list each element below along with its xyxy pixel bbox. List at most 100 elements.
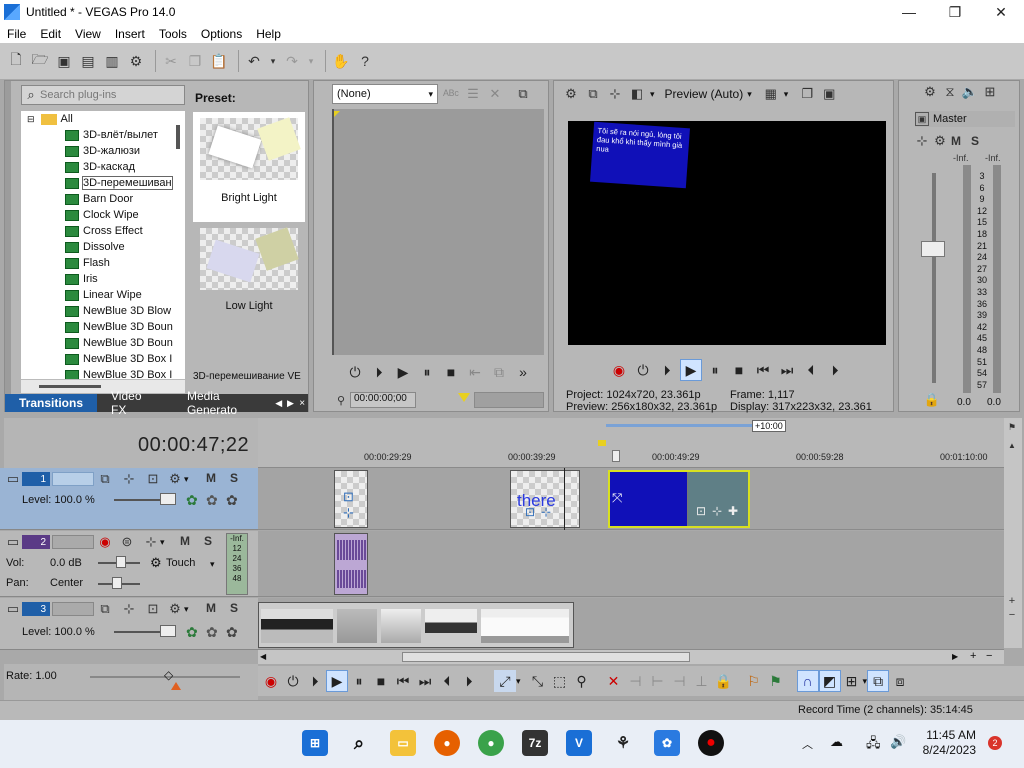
playhead-handle[interactable] [612,450,620,462]
tab-close-icon[interactable]: × [296,394,308,412]
transition-item[interactable]: NewBlue 3D Blow [21,303,185,319]
trimmer-dropdown[interactable]: (None) ▾ [332,84,438,104]
undo-icon[interactable]: ↶ [244,51,264,71]
volume-icon[interactable]: 🔊 [890,734,906,750]
gear-icon[interactable]: ⚙ [921,83,939,101]
timeline-vscroll[interactable]: ⚑ ▲ + − [1004,418,1022,648]
timeline-lane-2[interactable] [258,531,1004,597]
transition-item[interactable]: Clock Wipe [21,207,185,223]
composite-mode-icon[interactable]: ✿ [186,492,198,509]
preset-card-low-light[interactable]: Low Light [193,226,305,336]
track-header-2[interactable]: ▭ 2 ◉ ⊜ ⊹ ▾ M S Vol: 0.0 dB ⚙ Touch ▾ Pa… [0,531,258,597]
transition-item[interactable]: Linear Wipe [21,287,185,303]
chrome-icon[interactable]: ● [478,730,504,756]
vol-slider-handle[interactable] [116,556,126,568]
delete-icon[interactable]: ✕ [486,85,504,103]
zoom-tool-icon[interactable]: ⚲ [571,670,593,692]
more-icon[interactable]: » [512,361,534,383]
gear-icon[interactable]: ⚙ [562,85,580,103]
video-clip-selected[interactable]: ⤧ ⊡ ⊹ ✚ [608,470,750,528]
timeline-lane-3[interactable] [258,598,1004,650]
tree-root-all[interactable]: ⊟ All [21,111,185,127]
ignore-grouping-icon[interactable]: ⧈ [889,670,911,692]
zoom-out-icon[interactable]: − [986,650,992,662]
event-fx-icon[interactable]: ⊹ [343,505,354,521]
go-to-end-icon[interactable]: ⏭ [776,359,798,381]
track-name-field[interactable] [52,535,94,549]
tab-scroll-right-icon[interactable]: ▶ [285,394,297,412]
paste-icon[interactable]: 📋 [209,51,229,71]
pan-crop-icon[interactable]: ⊡ [525,505,535,519]
event-fx-icon[interactable]: ⊹ [541,505,551,519]
transition-item[interactable]: 3D-каскад [21,159,185,175]
track2-mute-button[interactable]: M [180,534,190,548]
overlay-icon[interactable]: ◧ [628,85,646,103]
track-header-3[interactable]: ▭ 3 ⧉ ⊹ ⊡ ⚙ ▾ M S Level: 100.0 % ✿ ✿ ✿ [0,598,258,650]
grid-icon[interactable]: ▦ [762,85,780,103]
transition-item[interactable]: Iris [21,271,185,287]
fx-gear-icon[interactable]: ⚙ [166,600,184,618]
marker-icon[interactable] [458,393,470,402]
transition-item[interactable]: NewBlue 3D Boun [21,319,185,335]
trim-end-icon[interactable]: ⊣ [669,670,691,692]
scroll-up-icon[interactable]: ▲ [1004,438,1020,452]
transition-item[interactable]: NewBlue 3D Boun [21,335,185,351]
transition-item[interactable]: 3D-жалюзи [21,143,185,159]
save-snapshot-icon[interactable]: ▣ [820,85,838,103]
app-icon[interactable]: ✿ [654,730,680,756]
preview-quality[interactable]: Preview (Auto) [665,87,744,101]
obs-icon[interactable]: ● [698,730,724,756]
track-name-field[interactable] [52,472,94,486]
window-icon[interactable]: ⧉ [514,85,532,103]
help-icon[interactable]: ? [355,51,375,71]
previous-frame-icon[interactable]: ⏴ [800,359,822,381]
menu-insert[interactable]: Insert [108,27,152,41]
pan-slider-handle[interactable] [112,577,122,589]
render-icon[interactable]: ▥ [102,51,122,71]
trim-start-icon[interactable]: ⊢ [647,670,669,692]
copy-icon[interactable]: ❐ [185,51,205,71]
composite-mode-icon[interactable]: ✿ [186,624,198,641]
track3-solo-button[interactable]: S [230,601,238,615]
master-mute-button[interactable]: M [951,134,961,148]
settings-gear-icon[interactable]: ⚙ [126,51,146,71]
transition-item[interactable]: Flash [21,255,185,271]
7zip-icon[interactable]: 7z [522,730,548,756]
delete-icon[interactable]: ✕ [603,670,625,692]
video-clip[interactable]: ⊡ ⊹ [334,470,368,528]
track1-mute-button[interactable]: M [206,471,216,485]
pause-icon[interactable]: ⏸ [348,670,370,692]
tree-hscrollbar[interactable] [21,379,185,393]
windows-start-icon[interactable]: ⊞ [302,730,328,756]
transition-item[interactable]: NewBlue 3D Box I [21,351,185,367]
gear-icon[interactable]: ⚙ [150,555,162,571]
new-file-icon[interactable]: 🗋 [6,51,26,71]
play-icon[interactable]: ▶ [680,359,702,381]
menu-file[interactable]: File [0,27,33,41]
loop-icon[interactable]: ⏻ [282,670,304,692]
undo-dropdown-icon[interactable]: ▾ [268,51,278,71]
collapse-icon[interactable]: ⊟ [27,114,35,125]
pan-crop-icon[interactable]: ⊡ [343,489,354,505]
chevron-down-icon[interactable]: ▾ [160,537,165,548]
record-icon[interactable]: ◉ [260,670,282,692]
auto-ripple-icon[interactable]: ⊞ [841,670,863,692]
trimmer-canvas[interactable] [332,109,544,355]
save-icon[interactable]: ▣ [54,51,74,71]
zoom-out-icon[interactable]: − [1004,608,1020,622]
next-frame-icon[interactable]: ⏵ [824,359,846,381]
motion-icon[interactable]: ⊹ [120,600,138,618]
event-fx-icon[interactable]: ✚ [728,504,738,518]
track-header-1[interactable]: ▭ 1 ⧉ ⊹ ⊡ ⚙ ▾ M S Level: 100.0 % ✿ ✿ ✿ [0,468,258,530]
speaker-icon[interactable]: 🔈 [961,83,979,101]
hscroll-thumb[interactable] [39,385,101,388]
snapping-icon[interactable]: ∩ [796,670,819,692]
record-icon[interactable]: ◉ [608,359,630,381]
flag-icon[interactable]: ⚑ [1004,420,1020,434]
track2-solo-button[interactable]: S [204,534,212,548]
arm-record-icon[interactable]: ◉ [96,533,114,551]
hscroll-thumb[interactable] [402,652,690,662]
trim-icon[interactable]: ⊣ [625,670,647,692]
normal-edit-tool-icon[interactable]: ⤢ [494,670,516,692]
cut-icon[interactable]: ✂ [161,51,181,71]
